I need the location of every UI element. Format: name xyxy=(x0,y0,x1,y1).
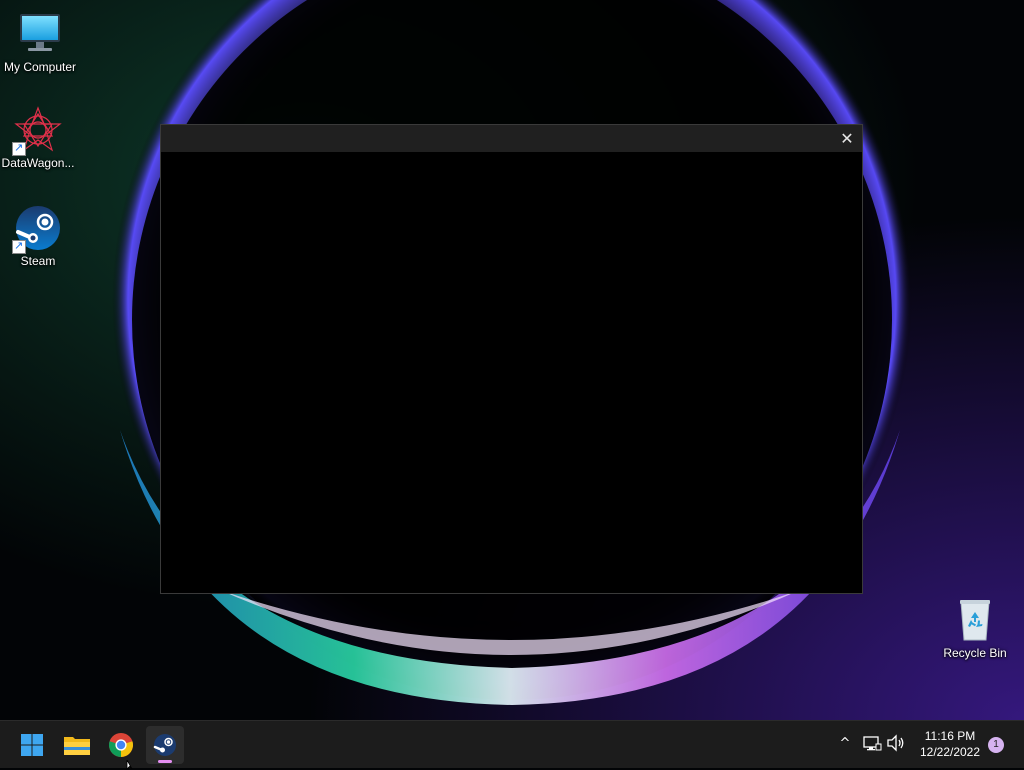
blank-dialog-window[interactable]: ✕ xyxy=(160,124,863,594)
desktop-icon-recycle-bin[interactable]: Recycle Bin xyxy=(935,596,1015,660)
notification-badge[interactable]: 1 xyxy=(988,737,1004,753)
network-icon[interactable] xyxy=(862,733,884,755)
steam-icon xyxy=(12,204,62,254)
system-clock[interactable]: 11:16 PM 12/22/2022 xyxy=(914,728,986,760)
clock-time: 11:16 PM xyxy=(924,729,976,743)
window-titlebar[interactable]: ✕ xyxy=(161,125,862,152)
recycle-bin-icon xyxy=(951,596,999,644)
mouse-cursor-icon xyxy=(126,760,133,770)
chevron-up-icon: ^ xyxy=(839,736,851,751)
desktop-icon-my-computer[interactable]: My Computer xyxy=(0,10,80,74)
taskbar: ^ 11:16 PM 12/22/2022 1 xyxy=(0,720,1024,768)
chrome-icon xyxy=(108,733,134,757)
monitor-icon xyxy=(16,10,64,58)
desktop-icon-steam[interactable]: Steam xyxy=(0,204,78,268)
taskbar-chrome[interactable] xyxy=(102,726,140,764)
desktop-icon-label: Steam xyxy=(20,254,56,268)
steam-icon xyxy=(153,734,176,756)
window-content-area xyxy=(161,152,862,593)
shortcut-arrow-icon xyxy=(12,141,26,156)
show-hidden-icons-button[interactable]: ^ xyxy=(836,735,854,753)
clock-date: 12/22/2022 xyxy=(919,745,981,759)
desktop-icon-label: My Computer xyxy=(3,60,77,74)
shortcut-arrow-icon xyxy=(12,239,26,254)
windows-logo-icon xyxy=(21,734,43,756)
desktop-icon-datawagon[interactable]: DataWagon... xyxy=(0,106,78,170)
start-button[interactable] xyxy=(13,726,51,764)
taskbar-file-explorer[interactable] xyxy=(58,726,96,764)
datawagon-icon xyxy=(12,106,62,156)
active-app-indicator xyxy=(158,760,172,763)
folder-icon xyxy=(64,737,90,755)
volume-icon[interactable] xyxy=(886,733,908,755)
desktop-icon-label: DataWagon... xyxy=(1,156,75,170)
close-icon: ✕ xyxy=(840,129,854,148)
desktop-icon-label: Recycle Bin xyxy=(943,646,1007,660)
close-button[interactable]: ✕ xyxy=(832,125,862,152)
taskbar-steam[interactable] xyxy=(146,726,184,764)
